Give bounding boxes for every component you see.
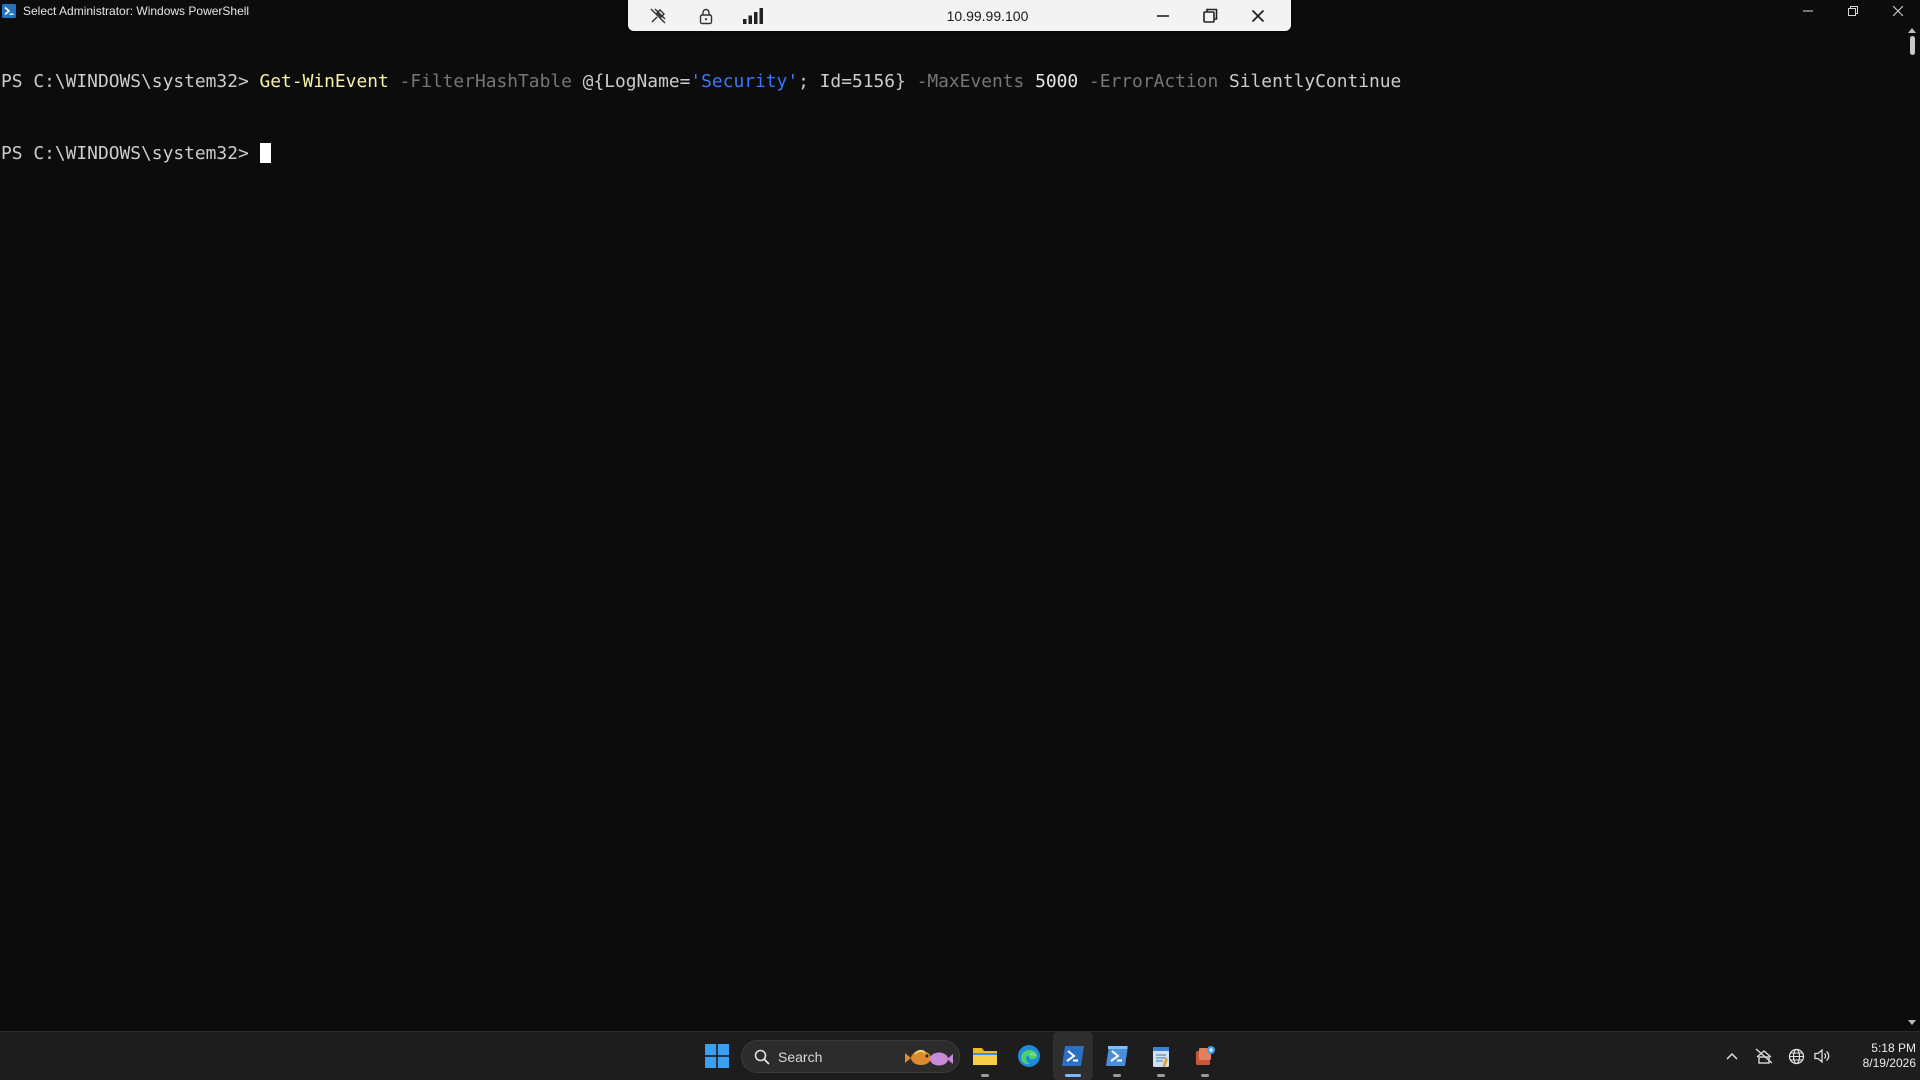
- search-label: Search: [778, 1049, 823, 1065]
- console-output[interactable]: PS C:\WINDOWS\system32> Get-WinEvent -Fi…: [0, 22, 1904, 1031]
- minimize-icon: [1157, 14, 1169, 17]
- close-icon: [1892, 6, 1903, 16]
- notepad-icon: [1153, 1047, 1169, 1068]
- volume-icon: [1814, 1048, 1830, 1064]
- vertical-scrollbar[interactable]: [1904, 22, 1920, 1031]
- taskbar-notepad[interactable]: [1141, 1032, 1181, 1080]
- clock-date: 8/19/2026: [1862, 1056, 1916, 1070]
- tray-network-status[interactable]: [1754, 1046, 1774, 1066]
- scroll-thumb[interactable]: [1910, 36, 1915, 55]
- prompt: PS C:\WINDOWS\system32>: [1, 143, 260, 164]
- file-explorer-icon: [973, 1048, 997, 1065]
- console-line: PS C:\WINDOWS\system32> Get-WinEvent -Fi…: [0, 70, 1904, 94]
- parameter: -MaxEvents: [905, 71, 1036, 92]
- window-title: Select Administrator: Windows PowerShell: [23, 4, 250, 18]
- close-icon: [1251, 9, 1265, 22]
- window-controls: [1785, 0, 1920, 22]
- parameter: -ErrorAction: [1078, 71, 1229, 92]
- running-indicator: [1201, 1074, 1209, 1077]
- start-button[interactable]: [697, 1032, 737, 1080]
- powershell-icon: [2, 4, 16, 18]
- edge-icon: [1018, 1045, 1040, 1067]
- restore-icon: [1202, 8, 1217, 23]
- cmdlet: Get-WinEvent: [259, 71, 389, 92]
- maximize-button[interactable]: [1830, 0, 1875, 22]
- taskbar-app[interactable]: [1185, 1032, 1225, 1080]
- tray-volume[interactable]: [1812, 1046, 1832, 1066]
- taskbar-clock[interactable]: 5:18 PM 8/19/2026: [1836, 1041, 1916, 1071]
- search-icon: [754, 1049, 770, 1065]
- parameter: -FilterHashTable: [388, 71, 583, 92]
- text-cursor: [259, 143, 271, 163]
- running-indicator: [1157, 1074, 1165, 1077]
- clock-time: 5:18 PM: [1871, 1041, 1916, 1055]
- app-icon: [1196, 1046, 1215, 1065]
- taskbar-powershell-ise[interactable]: [1097, 1032, 1137, 1080]
- network-offline-icon: [1755, 1048, 1773, 1064]
- taskbar-edge[interactable]: [1009, 1032, 1049, 1080]
- number-value: 5000: [1035, 71, 1079, 92]
- taskbar-search[interactable]: Search: [741, 1040, 960, 1073]
- taskbar-file-explorer[interactable]: [965, 1032, 1005, 1080]
- search-highlight-illustration-icon: [905, 1049, 953, 1066]
- globe-icon: [1788, 1048, 1804, 1064]
- hashtable-open: @{LogName=: [582, 71, 691, 92]
- enum-value: SilentlyContinue: [1228, 71, 1402, 92]
- minimize-button[interactable]: [1785, 0, 1830, 22]
- tray-network[interactable]: [1786, 1046, 1806, 1066]
- hashtable-close: ; Id=5156}: [798, 71, 906, 92]
- taskbar-windows-powershell[interactable]: [1053, 1032, 1093, 1080]
- powershell-icon: [1062, 1046, 1084, 1066]
- string-value: 'Security': [690, 71, 799, 92]
- windows-start-icon: [705, 1044, 729, 1068]
- active-indicator: [1065, 1074, 1081, 1077]
- close-button[interactable]: [1875, 0, 1920, 22]
- show-hidden-icons-button[interactable]: [1722, 1046, 1742, 1066]
- running-indicator: [981, 1074, 989, 1077]
- scroll-up-arrow-icon[interactable]: [1907, 26, 1917, 34]
- minimize-icon: [1802, 10, 1813, 12]
- powershell-ise-icon: [1106, 1046, 1128, 1066]
- maximize-icon: [1847, 6, 1858, 16]
- console-line: PS C:\WINDOWS\system32>: [0, 142, 1904, 166]
- scroll-down-arrow-icon[interactable]: [1907, 1019, 1917, 1027]
- prompt: PS C:\WINDOWS\system32>: [1, 71, 260, 92]
- running-indicator: [1113, 1074, 1121, 1077]
- taskbar: Search 5:18 PM 8/19/2026: [0, 1031, 1920, 1080]
- desktop: Select Administrator: Windows PowerShell: [0, 0, 1920, 1080]
- chevron-up-icon: [1726, 1052, 1738, 1060]
